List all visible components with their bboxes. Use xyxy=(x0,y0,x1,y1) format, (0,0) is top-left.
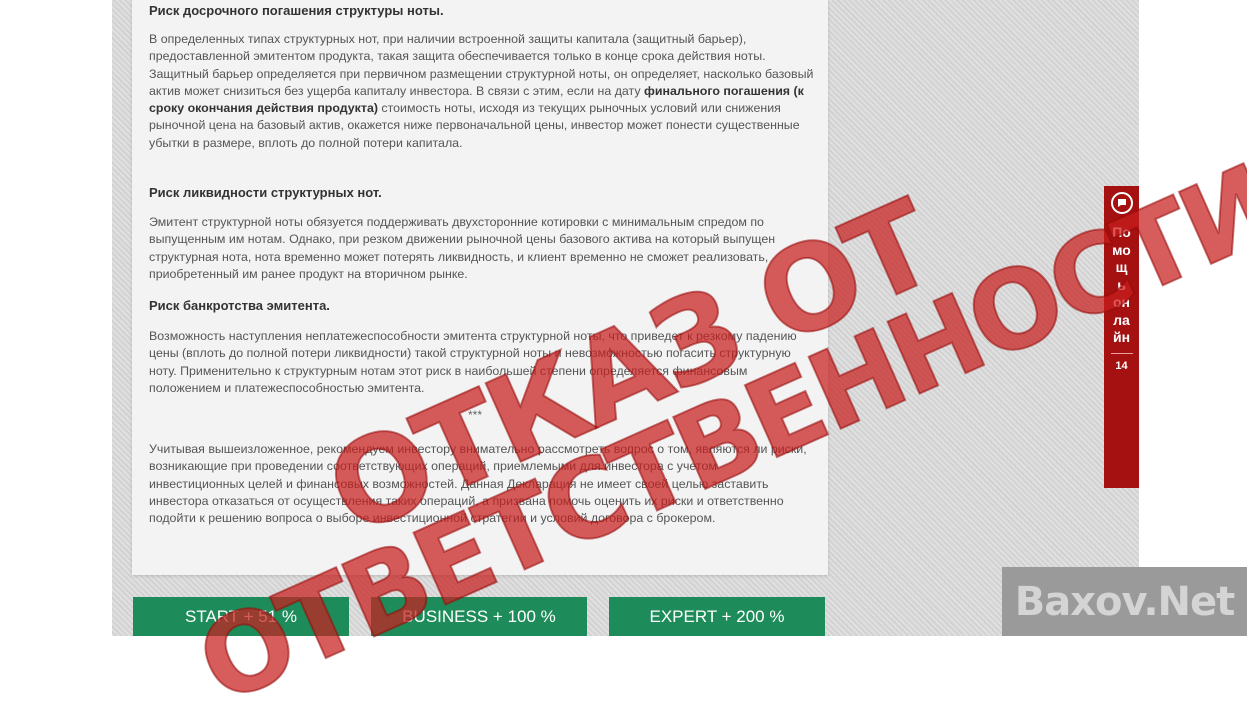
heading-early-repayment-risk: Риск досрочного погашения структуры ноты… xyxy=(149,3,444,18)
help-online-label: Помощь онлайн xyxy=(1112,224,1131,345)
watermark-text: Baxov.Net xyxy=(1014,578,1235,625)
paragraph-conclusion: Учитывая вышеизложенное, рекомендуем инв… xyxy=(149,442,807,526)
plan-expert-button[interactable]: EXPERT + 200 % xyxy=(609,597,825,636)
plan-business-button[interactable]: BUSINESS + 100 % xyxy=(371,597,587,636)
chat-bubble-icon xyxy=(1110,192,1133,214)
paragraph-liquidity: Эмитент структурной ноты обязуется подде… xyxy=(149,215,776,281)
help-online-tab[interactable]: Помощь онлайн 14 xyxy=(1104,186,1139,488)
heading-liquidity-risk: Риск ликвидности структурных нот. xyxy=(149,185,382,200)
paragraph-early-repayment: В определенных типах структурных нот, пр… xyxy=(149,32,814,150)
heading-bankruptcy-risk: Риск банкротства эмитента. xyxy=(149,298,330,313)
separator-stars: *** xyxy=(468,408,483,422)
plan-start-button[interactable]: START + 51 % xyxy=(133,597,349,636)
site-watermark: Baxov.Net xyxy=(1002,567,1247,636)
help-online-count: 14 xyxy=(1115,359,1128,372)
help-divider xyxy=(1110,352,1133,354)
paragraph-bankruptcy: Возможность наступления неплатежеспособн… xyxy=(149,329,797,395)
